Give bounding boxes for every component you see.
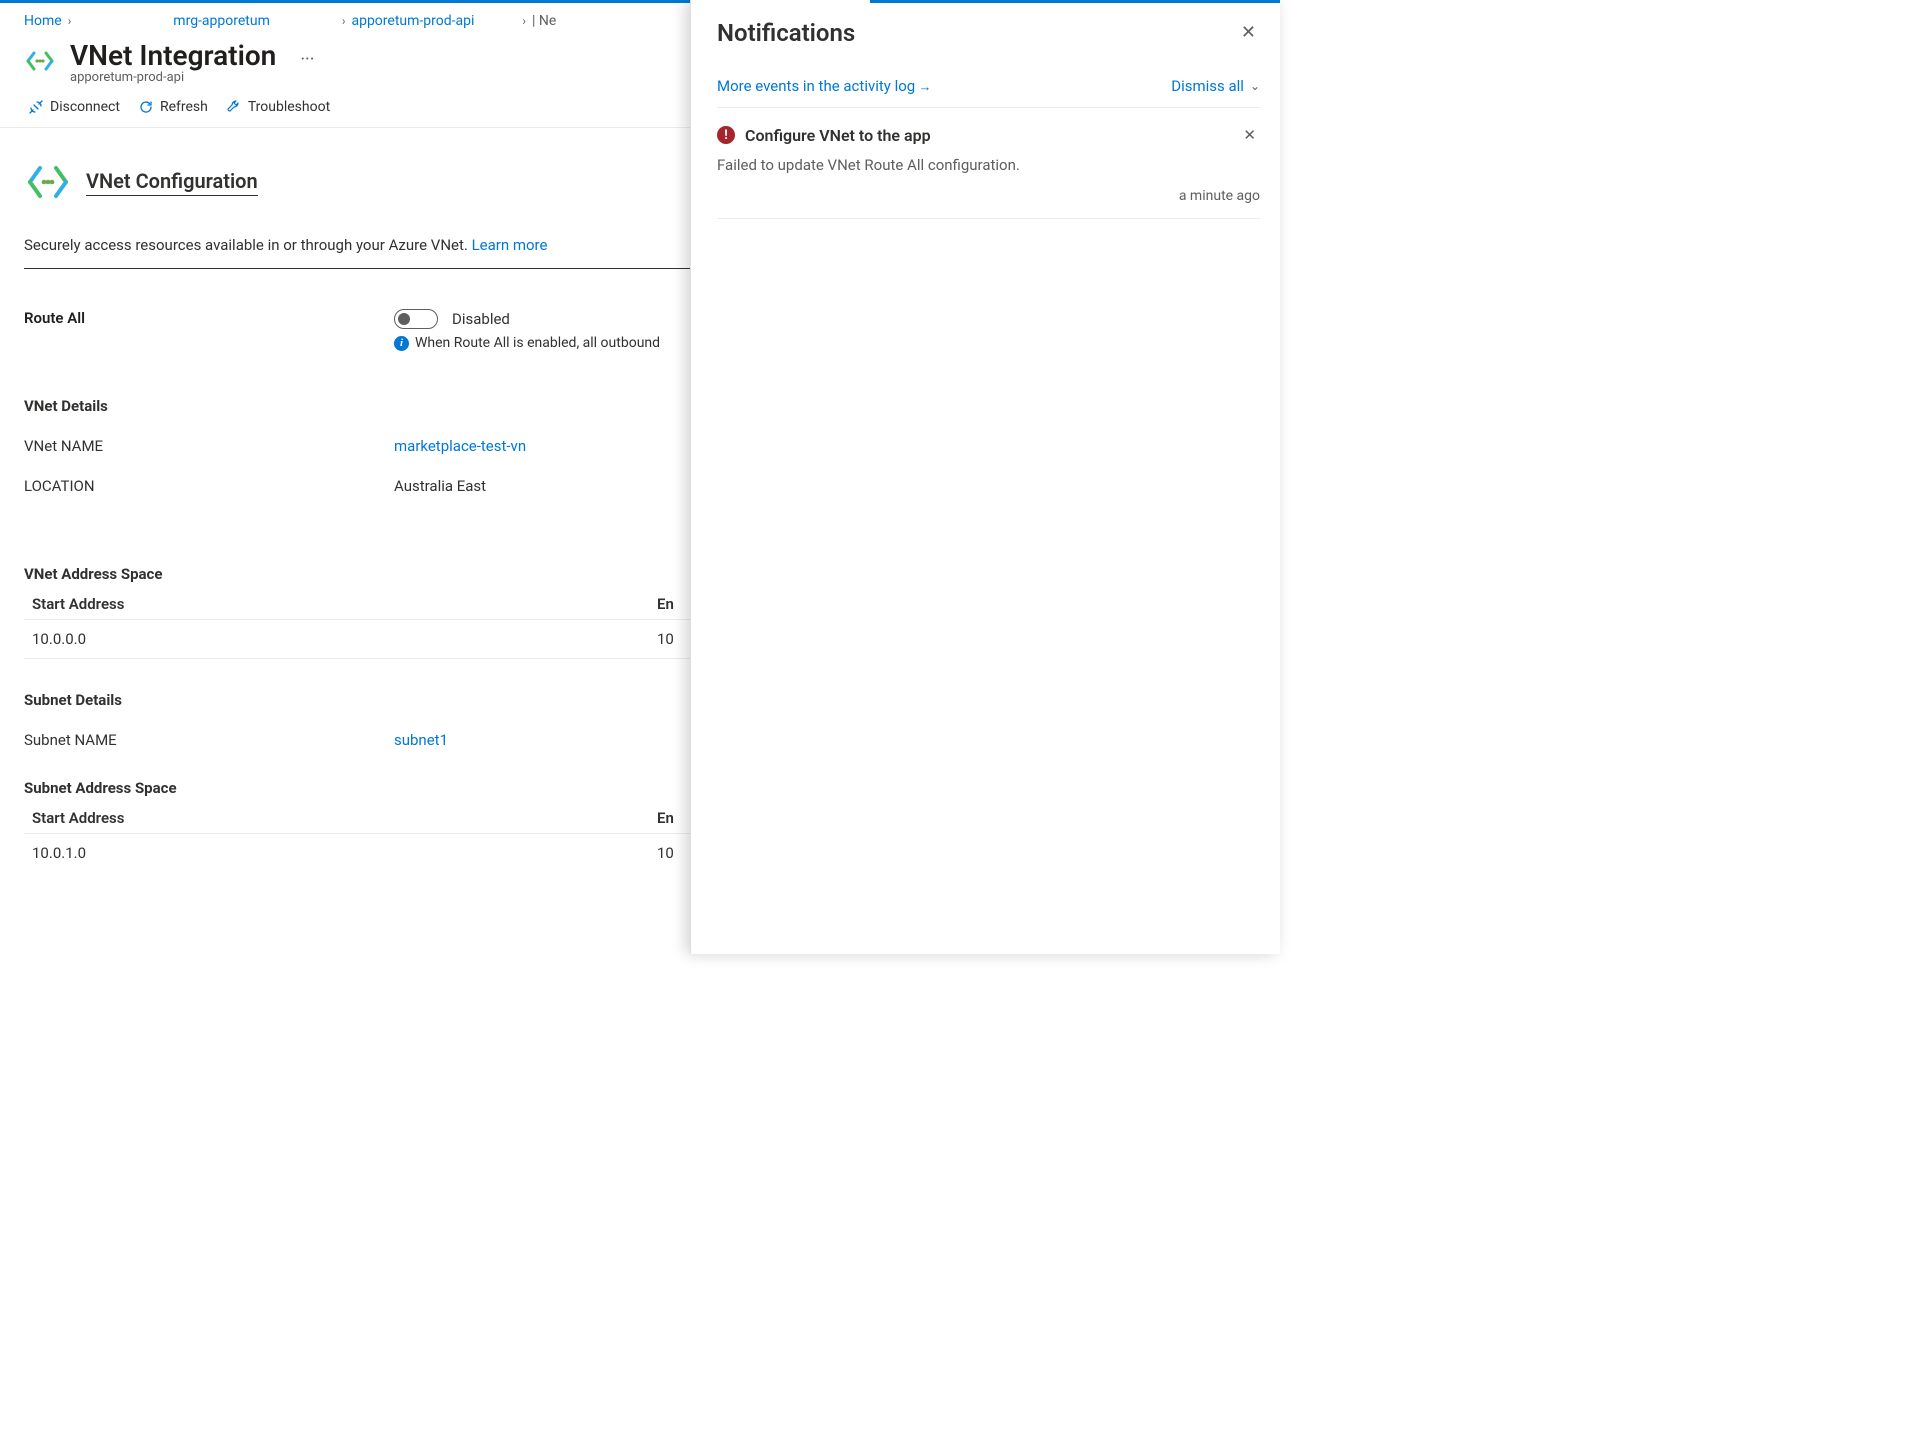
vnet-addr-start: 10.0.0.0	[32, 630, 657, 648]
route-all-toggle[interactable]	[394, 309, 438, 329]
chevron-right-icon: ›	[342, 14, 346, 28]
chevron-right-icon: ›	[522, 14, 526, 28]
route-all-info: When Route All is enabled, all outbound	[415, 335, 660, 351]
subnet-addr-start: 10.0.1.0	[32, 844, 657, 862]
disconnect-icon	[28, 99, 44, 115]
refresh-icon	[138, 99, 154, 115]
subnet-details-heading: Subnet Details	[24, 691, 776, 709]
vnet-addr-heading: VNet Address Space	[24, 565, 776, 583]
error-icon: !	[717, 126, 735, 144]
close-button[interactable]: ✕	[1237, 18, 1260, 47]
dismiss-all-button[interactable]: Dismiss all ⌄	[1171, 77, 1260, 95]
table-row: 10.0.1.0 10	[24, 833, 776, 872]
notification-item: ! Configure VNet to the app ✕ Failed to …	[717, 108, 1260, 219]
breadcrumb-tail: | Ne	[532, 13, 556, 29]
vnet-icon	[24, 158, 72, 206]
disconnect-button[interactable]: Disconnect	[28, 99, 120, 115]
vnet-icon	[24, 45, 56, 77]
route-all-label: Route All	[24, 309, 394, 327]
col-start-address: Start Address	[32, 595, 657, 613]
table-row: 10.0.0.0 10	[24, 619, 776, 659]
subnet-name-link[interactable]: subnet1	[394, 731, 448, 749]
vnet-name-label: VNet NAME	[24, 437, 394, 455]
info-icon: i	[394, 336, 409, 351]
section-description: Securely access resources available in o…	[24, 214, 776, 269]
close-icon: ✕	[1243, 126, 1256, 144]
refresh-button[interactable]: Refresh	[138, 99, 208, 115]
desc-text: Securely access resources available in o…	[24, 236, 472, 254]
troubleshoot-label: Troubleshoot	[248, 99, 330, 115]
route-all-state: Disabled	[452, 310, 510, 328]
chevron-right-icon: ›	[68, 14, 72, 28]
col-start-address: Start Address	[32, 809, 657, 827]
notification-item-title: Configure VNet to the app	[745, 126, 1229, 145]
learn-more-link[interactable]: Learn more	[472, 236, 548, 254]
page-subtitle: apporetum-prod-api	[70, 70, 276, 85]
close-icon: ✕	[1241, 22, 1256, 43]
refresh-label: Refresh	[160, 99, 208, 115]
dismiss-all-label: Dismiss all	[1171, 77, 1244, 95]
disconnect-label: Disconnect	[50, 99, 120, 115]
vnet-details-heading: VNet Details	[24, 397, 776, 415]
notifications-title: Notifications	[717, 19, 855, 47]
more-menu-button[interactable]: ···	[300, 49, 314, 70]
content-area: VNet Configuration Securely access resou…	[0, 128, 800, 872]
breadcrumb-app[interactable]: apporetum-prod-api	[351, 13, 474, 29]
troubleshoot-button[interactable]: Troubleshoot	[226, 99, 330, 115]
vnet-name-link[interactable]: marketplace-test-vn	[394, 437, 526, 455]
vnet-location-label: LOCATION	[24, 477, 394, 495]
subnet-addr-heading: Subnet Address Space	[24, 779, 776, 797]
notifications-panel: Notifications ✕ More events in the activ…	[690, 0, 1280, 954]
page-title: VNet Integration	[70, 39, 276, 72]
notification-item-message: Failed to update VNet Route All configur…	[717, 156, 1260, 174]
notification-item-time: a minute ago	[717, 188, 1260, 204]
section-title: VNet Configuration	[86, 169, 258, 196]
breadcrumb-home[interactable]: Home	[24, 13, 62, 29]
chevron-down-icon: ⌄	[1250, 79, 1260, 93]
subnet-name-label: Subnet NAME	[24, 731, 394, 749]
breadcrumb-rg[interactable]: mrg-apporetum	[173, 13, 270, 29]
more-events-link[interactable]: More events in the activity log	[717, 77, 931, 95]
dismiss-notification-button[interactable]: ✕	[1239, 122, 1260, 148]
wrench-icon	[226, 99, 242, 115]
